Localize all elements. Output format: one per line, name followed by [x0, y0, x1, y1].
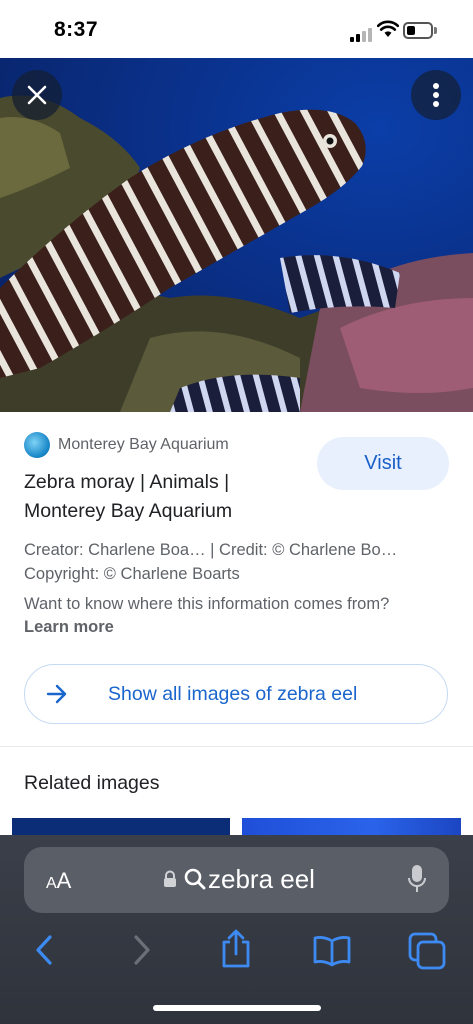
more-vert-icon [433, 83, 439, 107]
status-time: 8:37 [54, 18, 99, 41]
lock-icon [164, 870, 176, 887]
more-options-button[interactable] [411, 70, 461, 120]
search-icon [184, 868, 206, 890]
battery-icon [403, 22, 433, 39]
address-bar-text[interactable]: zebra eel [208, 864, 315, 895]
close-icon [27, 85, 47, 105]
home-indicator [153, 1005, 321, 1011]
share-icon[interactable] [219, 928, 253, 970]
aa-small: A [46, 875, 57, 892]
image-title[interactable]: Zebra moray | Animals | Monterey Bay Aqu… [24, 468, 304, 526]
forward-icon[interactable] [131, 934, 153, 966]
image-title-line-2: Monterey Bay Aquarium [24, 500, 233, 522]
arrow-right-icon [46, 684, 67, 704]
wifi-icon [377, 20, 399, 37]
image-title-line-1: Zebra moray | Animals | [24, 471, 230, 493]
cellular-signal-icon [350, 24, 374, 42]
aa-big: A [56, 868, 72, 893]
battery-tip [434, 27, 437, 34]
visit-button[interactable]: Visit [317, 437, 449, 490]
creator-credit-text: Creator: Charlene Boa… | Credit: © Charl… [24, 541, 398, 559]
microphone-icon[interactable] [407, 864, 427, 894]
source-logo-icon [24, 432, 50, 458]
copyright-text: Copyright: © Charlene Boarts [24, 565, 240, 583]
close-button[interactable] [12, 70, 62, 120]
tabs-icon[interactable] [408, 932, 446, 970]
info-question-text: Want to know where this information come… [24, 595, 390, 613]
divider [0, 746, 473, 747]
learn-more-link[interactable]: Learn more [24, 618, 114, 637]
source-name[interactable]: Monterey Bay Aquarium [58, 436, 229, 454]
back-icon[interactable] [33, 934, 55, 966]
reader-text-size-button[interactable]: AA [46, 868, 71, 894]
show-all-images-label: Show all images of zebra eel [108, 683, 358, 705]
zebra-moray-image[interactable] [0, 58, 473, 412]
related-images-heading: Related images [24, 772, 160, 794]
bookmarks-icon[interactable] [312, 935, 352, 967]
